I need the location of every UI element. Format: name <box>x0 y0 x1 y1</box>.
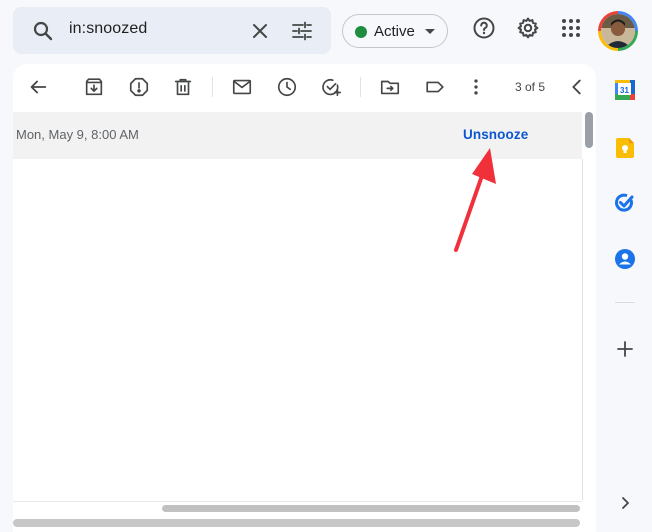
chevron-right-icon[interactable] <box>617 495 633 511</box>
help-icon[interactable] <box>472 16 496 40</box>
status-dropdown[interactable]: Active <box>342 14 448 48</box>
vertical-scrollbar[interactable] <box>585 112 593 148</box>
chevron-left-icon[interactable] <box>566 76 588 98</box>
search-input[interactable]: in:snoozed <box>69 20 147 38</box>
add-icon[interactable] <box>615 339 635 359</box>
report-spam-icon[interactable] <box>128 76 150 98</box>
pager-count: 3 of 5 <box>515 80 546 94</box>
calendar-day: 31 <box>620 86 629 95</box>
contacts-icon[interactable] <box>614 248 636 270</box>
clock-icon[interactable] <box>276 76 298 98</box>
more-vert-icon[interactable] <box>465 76 487 98</box>
avatar[interactable] <box>598 11 638 51</box>
label-icon[interactable] <box>424 76 446 98</box>
annotation-arrow <box>454 148 496 252</box>
search-box[interactable]: in:snoozed <box>13 7 331 54</box>
message-panel: 3 of 5 Mon, May 9, 8:00 AM Unsnooze <box>13 64 596 532</box>
page-horizontal-scrollbar[interactable] <box>13 519 580 527</box>
tasks-icon[interactable] <box>614 192 636 214</box>
archive-icon[interactable] <box>83 76 105 98</box>
close-icon[interactable] <box>248 19 272 43</box>
mark-unread-icon[interactable] <box>231 76 253 98</box>
search-icon[interactable] <box>31 19 55 43</box>
search-options-icon[interactable] <box>290 19 314 43</box>
toolbar-divider <box>360 77 361 97</box>
add-to-tasks-icon[interactable] <box>320 76 342 98</box>
snooze-date: Mon, May 9, 8:00 AM <box>16 127 139 142</box>
horizontal-scrollbar[interactable] <box>162 505 580 512</box>
apps-grid-icon[interactable] <box>559 16 583 40</box>
gear-icon[interactable] <box>516 16 540 40</box>
keep-icon[interactable] <box>615 137 635 159</box>
back-arrow-icon[interactable] <box>27 76 49 98</box>
side-panel-divider <box>615 302 635 303</box>
status-label: Active <box>374 23 415 40</box>
calendar-icon[interactable]: 31 <box>614 79 636 101</box>
move-to-icon[interactable] <box>379 76 401 98</box>
chevron-down-icon <box>423 24 437 38</box>
toolbar-divider <box>212 77 213 97</box>
trash-icon[interactable] <box>172 76 194 98</box>
status-dot <box>355 26 367 38</box>
